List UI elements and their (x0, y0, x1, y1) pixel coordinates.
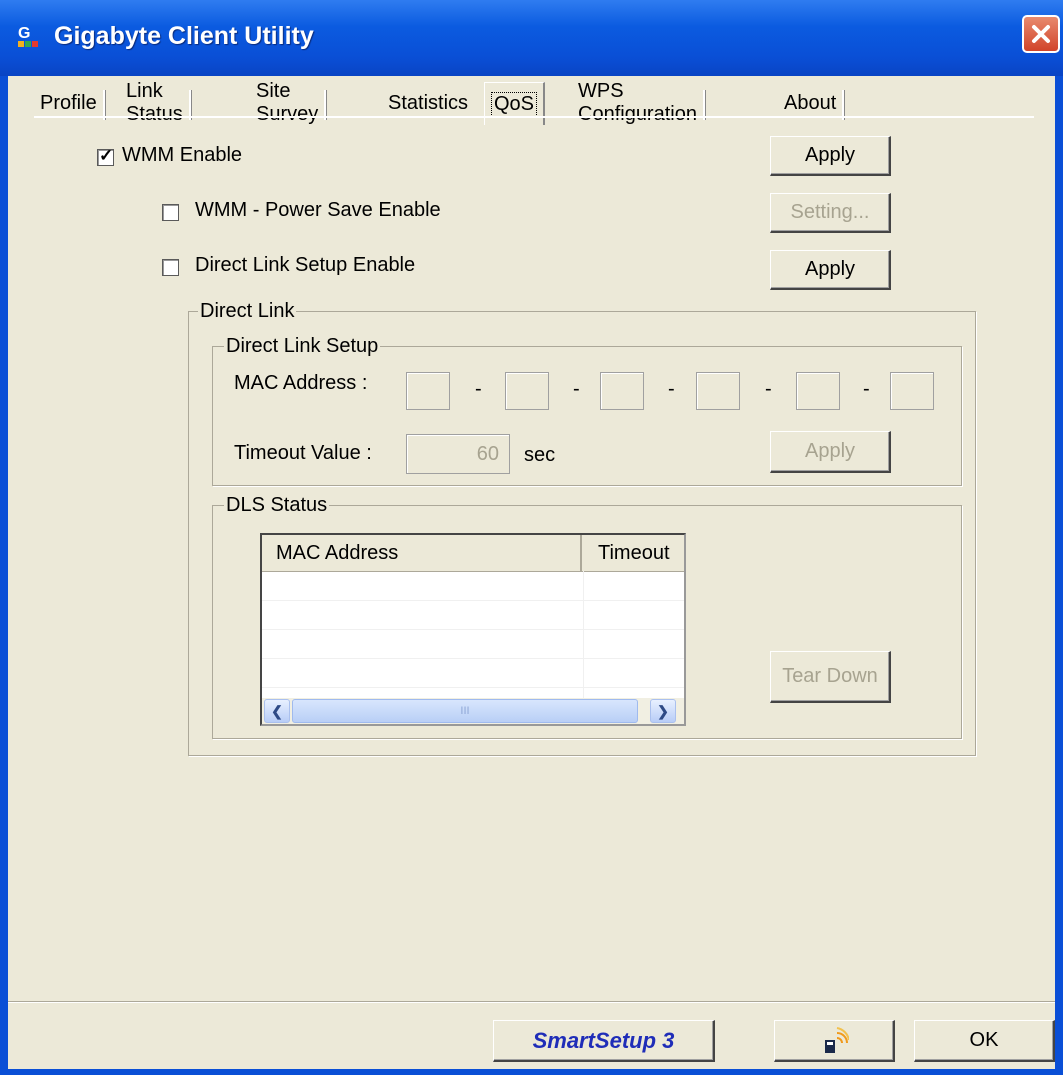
mac-octet-5-input[interactable] (796, 372, 840, 410)
direct-link-setup-group-title: Direct Link Setup (224, 335, 381, 358)
chevron-right-icon: ❯ (657, 702, 669, 719)
dls-status-group-title: DLS Status (224, 494, 330, 517)
checkmark-icon: ✓ (99, 146, 114, 165)
chevron-left-icon: ❮ (271, 702, 283, 719)
mac-octet-3-input[interactable] (600, 372, 644, 410)
mac-octet-4-input[interactable] (696, 372, 740, 410)
timeout-value-input[interactable]: 60 (406, 434, 510, 474)
table-header: MAC Address Timeout (262, 535, 684, 572)
mac-separator: - (573, 378, 580, 400)
grip-icon: III (460, 705, 470, 717)
mac-separator: - (765, 378, 772, 400)
dls-status-table[interactable]: MAC Address Timeout ❮ III ❯ (260, 533, 686, 726)
table-row (262, 572, 684, 601)
dls-enable-checkbox[interactable] (162, 259, 179, 276)
tab-site-survey[interactable]: Site Survey (256, 80, 327, 125)
mac-octet-2-input[interactable] (505, 372, 549, 410)
mac-octet-6-input[interactable] (890, 372, 934, 410)
dls-apply-button[interactable]: Apply (770, 250, 891, 290)
wmm-apply-button[interactable]: Apply (770, 136, 891, 176)
footer-divider (8, 1001, 1055, 1002)
close-icon (1032, 25, 1050, 43)
gigabyte-app-icon: G (16, 24, 42, 50)
table-row (262, 630, 684, 659)
tab-qos-label: QoS (491, 91, 538, 117)
scroll-left-button[interactable]: ❮ (264, 699, 290, 723)
tab-statistics[interactable]: Statistics (388, 86, 468, 120)
smartsetup-label: SmartSetup 3 (532, 1027, 675, 1053)
tear-down-button[interactable]: Tear Down (770, 651, 891, 703)
mac-octet-1-input[interactable] (406, 372, 450, 410)
column-divider (583, 571, 584, 701)
scroll-thumb[interactable]: III (292, 699, 638, 723)
dls-enable-label: Direct Link Setup Enable (195, 254, 416, 276)
timeout-value-label: Timeout Value : (234, 442, 372, 464)
dialog-client-area: Profile Link Status Site Survey Statisti… (8, 76, 1055, 1069)
svg-text:G: G (18, 25, 30, 42)
column-header-timeout[interactable]: Timeout (584, 535, 684, 571)
wireless-signal-icon (825, 1026, 849, 1053)
wmm-enable-label: WMM Enable (122, 144, 243, 166)
close-button[interactable] (1022, 15, 1060, 53)
tab-wps-configuration[interactable]: WPS Configuration (578, 80, 705, 125)
direct-link-group-title: Direct Link (198, 300, 297, 323)
main-window: G Gigabyte Client Utility Profile Link S… (0, 0, 1063, 1075)
mac-separator: - (863, 378, 870, 400)
timeout-unit-label: sec (524, 444, 556, 466)
tab-about[interactable]: About (784, 86, 845, 120)
smartsetup-button[interactable]: SmartSetup 3 (493, 1020, 715, 1062)
mac-separator: - (475, 378, 482, 400)
setting-button[interactable]: Setting... (770, 193, 891, 233)
tab-qos[interactable]: QoS (484, 82, 546, 125)
ok-button[interactable]: OK (914, 1020, 1055, 1062)
wireless-button[interactable] (774, 1020, 895, 1062)
mac-separator: - (668, 378, 675, 400)
tab-link-status[interactable]: Link Status (126, 80, 191, 125)
dls-setup-apply-button[interactable]: Apply (770, 431, 891, 473)
mac-address-label: MAC Address : (234, 372, 368, 394)
tab-panel-border (34, 116, 1034, 118)
wmm-enable-checkbox[interactable]: ✓ (97, 146, 114, 166)
scroll-right-button[interactable]: ❯ (650, 699, 676, 723)
horizontal-scrollbar[interactable]: ❮ III ❯ (262, 698, 684, 724)
tab-profile[interactable]: Profile (40, 86, 105, 120)
title-bar[interactable]: G Gigabyte Client Utility (0, 0, 1063, 76)
window-title: Gigabyte Client Utility (54, 22, 314, 50)
wmm-power-save-checkbox[interactable] (162, 204, 179, 221)
table-row (262, 659, 684, 688)
column-header-mac-address[interactable]: MAC Address (262, 535, 582, 571)
table-row (262, 601, 684, 630)
wmm-power-save-label: WMM - Power Save Enable (195, 199, 441, 221)
